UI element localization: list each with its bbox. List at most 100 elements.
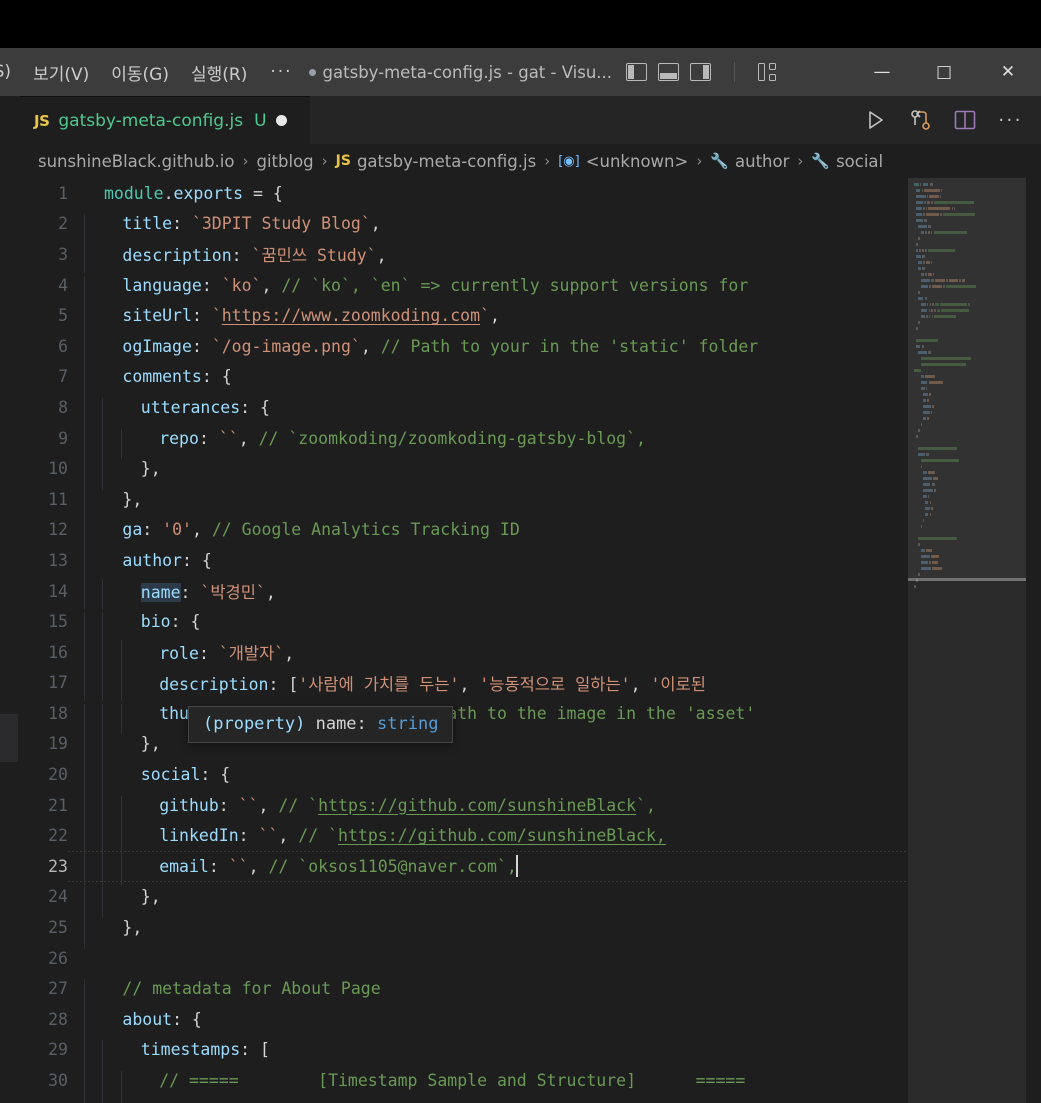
code-line[interactable]: 25}, xyxy=(20,912,908,949)
code-line[interactable]: 12 ga: '0', // Google Analytics Tracking … xyxy=(20,515,908,551)
code-tokens: about: { xyxy=(104,1010,201,1029)
code-line[interactable]: 13 author: { xyxy=(20,545,908,582)
code-line[interactable]: 3 description: `꿈민쓰 Study`, xyxy=(20,239,908,274)
activity-bar-hint xyxy=(0,714,18,762)
code-tokens: }, xyxy=(104,490,142,509)
breadcrumb-separator: › xyxy=(321,152,328,170)
code-token: repo xyxy=(159,428,199,448)
code-line[interactable]: 22 linkedIn: ``, // `https://github.com/s… xyxy=(20,820,908,857)
code-line[interactable]: 26 xyxy=(20,943,908,974)
code-line[interactable]: 17 description: ['사람에 가치를 두는', '능동적으로 일하는… xyxy=(20,668,908,702)
code-line[interactable]: 21 github: ``, // `https://github.com/sun… xyxy=(20,790,908,827)
code-line-content: role: `개발자`, xyxy=(84,640,908,671)
split-editor-icon[interactable] xyxy=(954,110,976,130)
more-actions-icon[interactable]: ··· xyxy=(998,110,1023,131)
code-token: email xyxy=(159,857,209,877)
menu-item-go[interactable]: 이동(G) xyxy=(100,48,180,96)
menu-item-select[interactable]: (S) xyxy=(0,48,22,96)
close-button[interactable]: ✕ xyxy=(975,48,1041,96)
line-number: 5 xyxy=(58,306,68,326)
breadcrumb-item-file[interactable]: JS gatsby-meta-config.js xyxy=(336,152,537,171)
menu-bar: (S) 보기(V) 이동(G) 실행(R) ··· xyxy=(0,48,305,96)
code-line[interactable]: 24}, xyxy=(20,882,908,919)
line-number: 30 xyxy=(48,1071,68,1091)
code-token: comments xyxy=(122,367,202,387)
code-line-content: }, xyxy=(84,459,908,490)
code-line[interactable]: 5 siteUrl: `https://www.zoomkoding.com`, xyxy=(20,300,908,337)
code-line[interactable]: 18thumbnail: 'sample.png', // Path to th… xyxy=(20,698,908,735)
toggle-panel-icon[interactable] xyxy=(658,63,680,81)
breadcrumb-item-author[interactable]: 🔧 author xyxy=(710,152,789,171)
tab-unsaved-dot-icon[interactable] xyxy=(275,115,287,126)
code-line[interactable]: 4 language: `ko`, // `ko`, `en` => curren… xyxy=(20,270,908,307)
tab-git-status-badge: U xyxy=(254,110,267,131)
line-number: 18 xyxy=(48,703,68,723)
code-line[interactable]: 10}, xyxy=(20,453,908,490)
code-token: ` xyxy=(211,306,222,326)
code-token: `꿈민쓰 Study` xyxy=(251,246,377,266)
code-line[interactable]: 8 utterances: { xyxy=(20,392,908,429)
run-icon[interactable] xyxy=(864,109,886,131)
breadcrumb-item-unknown[interactable]: [◉] <unknown> xyxy=(558,152,688,171)
breadcrumb-item-repo[interactable]: sunshineBlack.github.io xyxy=(38,152,235,171)
toggle-secondary-sidebar-icon[interactable] xyxy=(690,63,712,81)
minimize-button[interactable]: — xyxy=(851,48,913,96)
tooltip-type: string xyxy=(366,714,439,734)
code-line-content: social: { xyxy=(84,765,908,796)
code-line[interactable]: 9 repo: ``, // `zoomkoding/zoomkoding-gat… xyxy=(20,423,908,460)
split-diff-icon[interactable] xyxy=(908,108,932,132)
line-number: 10 xyxy=(48,459,68,479)
code-token: . xyxy=(163,183,174,203)
breadcrumb-label: gitblog xyxy=(256,151,314,171)
code-token: '사람에 가치를 두는' xyxy=(298,674,460,694)
code-tokens: title: `3DPIT Study Blog`, xyxy=(104,214,380,233)
code-line[interactable]: 7 comments: { xyxy=(20,362,908,398)
code-line[interactable]: 27 // metadata for About Page xyxy=(20,973,908,1010)
code-line[interactable]: 28 about: { xyxy=(20,1004,908,1041)
code-token: ` xyxy=(480,306,490,326)
line-number: 14 xyxy=(48,581,68,601)
toggle-primary-sidebar-icon[interactable] xyxy=(626,63,648,81)
code-line[interactable]: 2 title: `3DPIT Study Blog`, xyxy=(20,209,908,245)
code-line[interactable]: 29 timestamps: [ xyxy=(20,1035,908,1072)
code-line[interactable]: 6 ogImage: `/og-image.png`, // Path to yo… xyxy=(20,331,908,368)
line-number: 21 xyxy=(48,795,68,815)
code-tokens: }, xyxy=(104,459,161,478)
code-line-content: ga: '0', // Google Analytics Tracking ID xyxy=(84,520,908,551)
code-line-content: utterances: { xyxy=(84,397,908,429)
menu-overflow-icon[interactable]: ··· xyxy=(258,48,304,96)
code-token: : { xyxy=(240,397,270,417)
breadcrumb-item-folder[interactable]: gitblog xyxy=(257,152,314,171)
code-line[interactable]: 11}, xyxy=(20,484,908,521)
code-line[interactable]: 19}, xyxy=(20,729,908,766)
code-line[interactable]: 23 email: ``, // `oksos1105@naver.com`, xyxy=(20,851,908,886)
code-line[interactable]: 15 bio: { xyxy=(20,606,908,643)
code-token: github xyxy=(159,795,219,815)
code-line-content: language: `ko`, // `ko`, `en` => current… xyxy=(84,275,908,307)
code-line[interactable]: 30 // ===== [Timestamp Sample and Structu… xyxy=(20,1065,908,1102)
breadcrumb-item-social[interactable]: 🔧 social xyxy=(811,152,883,171)
code-lines-container[interactable]: 1 module.exports = {2 title: `3DPIT Study … xyxy=(20,178,908,1103)
code-line-content: timestamps: [ xyxy=(84,1040,908,1072)
indent-guide xyxy=(120,670,122,702)
indent-guide xyxy=(84,640,85,671)
menu-item-run[interactable]: 실행(R) xyxy=(180,48,258,96)
maximize-button[interactable]: □ xyxy=(913,48,975,96)
code-line[interactable]: 14 name: `박경민`, xyxy=(20,576,908,610)
customize-layout-icon[interactable] xyxy=(758,62,777,82)
code-token: description xyxy=(122,246,232,266)
code-editor[interactable]: 1 module.exports = {2 title: `3DPIT Study … xyxy=(20,178,1041,1103)
breadcrumb-label: gatsby-meta-config.js xyxy=(356,151,537,171)
tab-gatsby-meta-config[interactable]: JS gatsby-meta-config.js U xyxy=(20,96,310,144)
code-line[interactable]: 16 role: `개발자`, xyxy=(20,637,908,671)
minimap[interactable] xyxy=(908,178,1026,1103)
code-line[interactable]: 1 module.exports = { xyxy=(20,178,908,209)
code-line-content: about: { xyxy=(84,1009,908,1041)
code-token: , xyxy=(284,644,295,664)
menu-item-view[interactable]: 보기(V) xyxy=(22,48,100,96)
code-token: : { xyxy=(200,765,231,785)
code-line[interactable]: 20 social: { xyxy=(20,759,908,796)
editor-vertical-scrollbar[interactable] xyxy=(1026,178,1041,1103)
code-line[interactable]: 31// ===== 🚫 Don't erase this sample (여기… xyxy=(20,1096,908,1103)
minimap-slider[interactable] xyxy=(908,178,1026,578)
